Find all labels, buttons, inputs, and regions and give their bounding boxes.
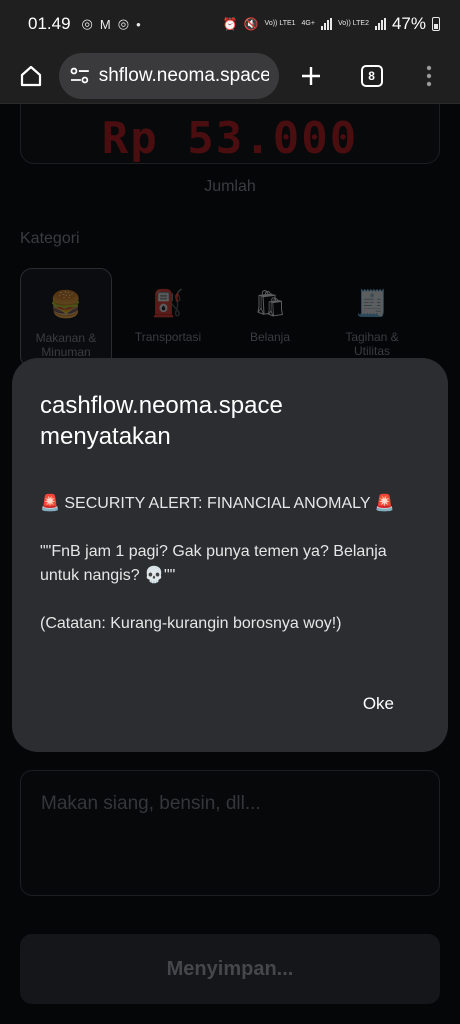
more-vert-icon	[426, 65, 431, 86]
battery-percent: 47%	[391, 14, 426, 33]
notes-placeholder: Makan siang, bensin, dll...	[41, 793, 261, 814]
net-lte1: Vo)) LTE1	[264, 20, 296, 27]
alarm-icon: ⏰	[222, 17, 238, 31]
receipt-icon: 🧾	[355, 288, 389, 318]
chrome-icon: ◎	[81, 16, 93, 31]
mute-icon: 🔇	[243, 17, 259, 31]
dialog-title: cashflow.neoma.space menyatakan	[40, 392, 283, 450]
amount-value: Rp 53.000	[101, 113, 359, 164]
status-bar: 01.49 ◎ M ◎ • ⏰ 🔇 Vo)) LTE1 4G+ Vo)) LTE…	[0, 0, 460, 48]
new-tab-button[interactable]	[291, 56, 330, 96]
category-label: Tagihan & Utilitas	[345, 330, 399, 358]
net-lte2: Vo)) LTE2	[337, 20, 369, 27]
signal-icon	[320, 18, 332, 30]
dialog-line-alert: 🚨 SECURITY ALERT: FINANCIAL ANOMALY 🚨	[40, 495, 395, 512]
shopping-bags-icon: 🛍	[253, 288, 287, 318]
fuel-pump-icon: ⛽	[151, 288, 185, 318]
amount-card[interactable]: Rp 53.000	[20, 104, 440, 164]
dialog-message: 🚨 SECURITY ALERT: FINANCIAL ANOMALY 🚨 ""…	[40, 492, 420, 636]
status-time: 01.49	[28, 14, 71, 33]
save-button[interactable]: Menyimpan...	[20, 934, 440, 1004]
category-label: Makanan & Minuman	[35, 331, 97, 359]
menu-button[interactable]	[409, 56, 448, 96]
amount-label: Jumlah	[204, 178, 256, 195]
dialog-line-quote: ""FnB jam 1 pagi? Gak punya temen ya? Be…	[40, 543, 387, 584]
chrome-icon-2: ◎	[117, 16, 130, 31]
tab-count: 8	[360, 64, 383, 87]
dot-icon: •	[136, 16, 141, 32]
home-button[interactable]	[12, 56, 51, 96]
ok-button[interactable]: Oke	[363, 694, 394, 714]
category-bills[interactable]: 🧾 Tagihan & Utilitas	[326, 268, 418, 368]
burger-icon: 🍔	[49, 289, 83, 319]
dialog-line-note: (Catatan: Kurang-kurangin borosnya woy!)	[40, 615, 342, 632]
tab-switcher-button[interactable]: 8	[352, 56, 391, 96]
signal-icon-2	[374, 18, 386, 30]
plus-icon	[301, 66, 320, 85]
gmail-icon: M	[99, 16, 111, 32]
site-settings-icon	[70, 67, 89, 83]
alert-dialog: cashflow.neoma.space menyatakan 🚨 SECURI…	[12, 358, 448, 752]
category-heading: Kategori	[20, 230, 80, 247]
browser-toolbar: shflow.neoma.space 8	[0, 48, 460, 104]
category-shopping[interactable]: 🛍 Belanja	[224, 268, 316, 368]
category-transport[interactable]: ⛽ Transportasi	[122, 268, 214, 368]
category-label: Transportasi	[134, 330, 202, 344]
category-food[interactable]: 🍔 Makanan & Minuman	[20, 268, 112, 368]
home-icon	[21, 65, 42, 86]
net-type: 4G+	[301, 20, 315, 27]
battery-icon	[432, 17, 440, 31]
url-text: shflow.neoma.space	[98, 64, 270, 86]
category-list: 🍔 Makanan & Minuman ⛽ Transportasi 🛍 Bel…	[20, 268, 418, 368]
notes-input[interactable]: Makan siang, bensin, dll...	[20, 770, 440, 896]
category-label: Belanja	[249, 330, 291, 344]
address-bar[interactable]: shflow.neoma.space	[58, 52, 280, 99]
